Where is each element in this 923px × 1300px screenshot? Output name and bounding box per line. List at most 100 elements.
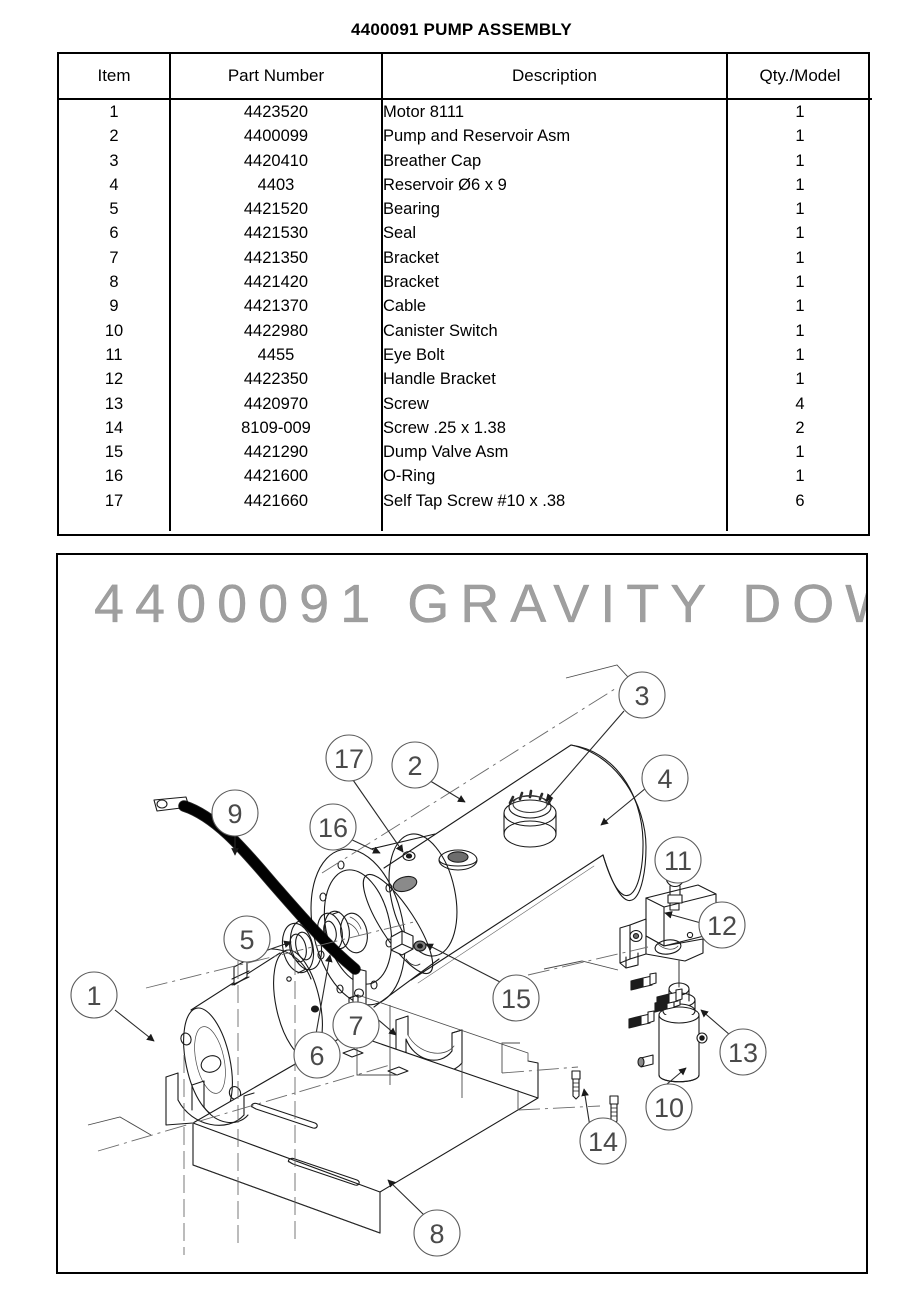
table-row: 15 4421290 Dump Valve Asm 1 — [59, 440, 872, 465]
cell-qty: 1 — [795, 103, 805, 121]
cell-item: 6 — [59, 221, 171, 246]
cell-description: Screw .25 x 1.38 — [382, 415, 728, 441]
balloon-label: 16 — [318, 813, 348, 843]
balloon-16[interactable]: 16 — [309, 803, 357, 851]
table-row: 8 4421420 Bracket 1 — [59, 270, 872, 295]
exploded-view-diagram: 4400091 GRAVITY DOWN — [56, 553, 868, 1274]
balloon-11[interactable]: 11 — [654, 836, 702, 884]
cell-item: 17 — [59, 488, 171, 514]
cell-description: Canister Switch — [382, 318, 728, 343]
balloon-2[interactable]: 2 — [391, 741, 439, 789]
cell-qty: 6 — [795, 491, 805, 510]
page-title: 4400091 PUMP ASSEMBLY — [351, 20, 572, 39]
cell-description: Motor 8111 — [382, 99, 728, 125]
cell-part-number: 4422350 — [170, 367, 383, 392]
cell-qty: 1 — [795, 273, 805, 292]
balloon-label: 8 — [429, 1219, 444, 1249]
cell-qty: 1 — [795, 345, 805, 364]
cell-part-number: 4421520 — [170, 197, 383, 222]
cell-item: 16 — [59, 464, 171, 489]
table-row: 14 8109-009 Screw .25 x 1.38 2 — [59, 415, 872, 441]
balloon-13[interactable]: 13 — [719, 1028, 767, 1076]
balloon-15[interactable]: 15 — [492, 974, 540, 1022]
cell-item: 14 — [59, 415, 171, 441]
balloon-6[interactable]: 6 — [293, 1031, 341, 1079]
cell-description: Reservoir Ø6 x 9 — [382, 172, 728, 198]
cell-item: 9 — [59, 294, 171, 319]
cell-description: Dump Valve Asm — [382, 440, 728, 465]
cell-item: 1 — [59, 99, 171, 125]
balloon-14[interactable]: 14 — [579, 1117, 627, 1165]
balloon-label: 3 — [634, 681, 649, 711]
balloon-label: 1 — [86, 981, 101, 1011]
table-row: 5 4421520 Bearing 1 — [59, 197, 872, 222]
table-row: 17 4421660 Self Tap Screw #10 x .38 6 — [59, 488, 872, 514]
parts-table: Item Part Number Description Qty./Model … — [57, 52, 872, 536]
balloon-label: 11 — [664, 846, 692, 876]
cell-description: Eye Bolt — [382, 342, 728, 368]
table-row: 9 4421370 Cable 1 — [59, 294, 872, 319]
cell-item: 3 — [59, 148, 171, 173]
cell-item: 5 — [59, 197, 171, 222]
table-header-row: Item Part Number Description Qty./Model — [59, 54, 872, 100]
cell-item: 13 — [59, 391, 171, 416]
cell-item: 4 — [59, 172, 171, 198]
table-filler-row — [59, 513, 872, 532]
cell-description: Bracket — [382, 270, 728, 295]
cell-item: 7 — [59, 245, 171, 271]
cell-qty: 1 — [795, 248, 805, 267]
balloon-9[interactable]: 9 — [211, 789, 259, 837]
table-body: 1 4423520 Motor 8111 1 2 4400099 Pump and Rese… — [59, 99, 872, 532]
balloon-4[interactable]: 4 — [641, 754, 689, 802]
cell-part-number: 4421420 — [170, 270, 383, 295]
table-row: 3 4420410 Breather Cap 1 — [59, 148, 872, 173]
cell-part-number: 4403 — [170, 172, 383, 198]
balloon-10[interactable]: 10 — [645, 1083, 693, 1131]
cell-description: Breather Cap — [382, 148, 728, 173]
bearing — [281, 919, 323, 974]
cell-part-number: 4422980 — [170, 318, 383, 343]
cell-item: 2 — [59, 124, 171, 149]
cell-description: O-Ring — [382, 464, 728, 489]
column-header-item: Item — [59, 54, 171, 100]
balloon-label: 9 — [227, 799, 242, 829]
cell-part-number: 4420410 — [170, 148, 383, 173]
balloon-label: 6 — [309, 1041, 324, 1071]
cell-item: 11 — [59, 342, 171, 368]
balloon-17[interactable]: 17 — [325, 734, 373, 782]
table-row: 6 4421530 Seal 1 — [59, 221, 872, 246]
cell-part-number: 4423520 — [170, 99, 383, 125]
cell-qty: 4 — [795, 394, 805, 413]
cell-description: Handle Bracket — [382, 367, 728, 392]
cell-part-number: 4421290 — [170, 440, 383, 465]
cell-part-number: 4421530 — [170, 221, 383, 246]
balloon-12[interactable]: 12 — [698, 901, 746, 949]
cell-qty: 2 — [795, 418, 805, 437]
balloon-3[interactable]: 3 — [618, 671, 666, 719]
table-row: 7 4421350 Bracket 1 — [59, 245, 872, 271]
cell-qty: 1 — [795, 467, 805, 486]
balloon-label: 4 — [657, 764, 672, 794]
cell-part-number: 4421600 — [170, 464, 383, 489]
table-row: 16 4421600 O-Ring 1 — [59, 464, 872, 489]
cell-description: Self Tap Screw #10 x .38 — [382, 488, 728, 514]
cell-item: 15 — [59, 440, 171, 465]
cell-part-number: 4421370 — [170, 294, 383, 319]
pump-housing — [310, 833, 458, 1008]
cell-qty: 1 — [795, 370, 805, 389]
cell-part-number: 4421350 — [170, 245, 383, 271]
balloon-label: 14 — [588, 1127, 618, 1157]
balloon-5[interactable]: 5 — [223, 915, 271, 963]
balloon-1[interactable]: 1 — [70, 971, 118, 1019]
table-row: 2 4400099 Pump and Reservoir Asm 1 — [59, 124, 872, 149]
balloon-7[interactable]: 7 — [332, 1001, 380, 1049]
cell-description: Screw — [382, 391, 728, 416]
table-row: 4 4403 Reservoir Ø6 x 9 1 — [59, 172, 872, 198]
screws-14 — [571, 1070, 619, 1125]
balloon-8[interactable]: 8 — [413, 1209, 461, 1257]
cell-item: 10 — [59, 318, 171, 343]
cell-part-number: 4455 — [170, 342, 383, 368]
balloon-label: 5 — [239, 925, 254, 955]
cell-item: 8 — [59, 270, 171, 295]
cell-qty: 1 — [795, 297, 805, 316]
